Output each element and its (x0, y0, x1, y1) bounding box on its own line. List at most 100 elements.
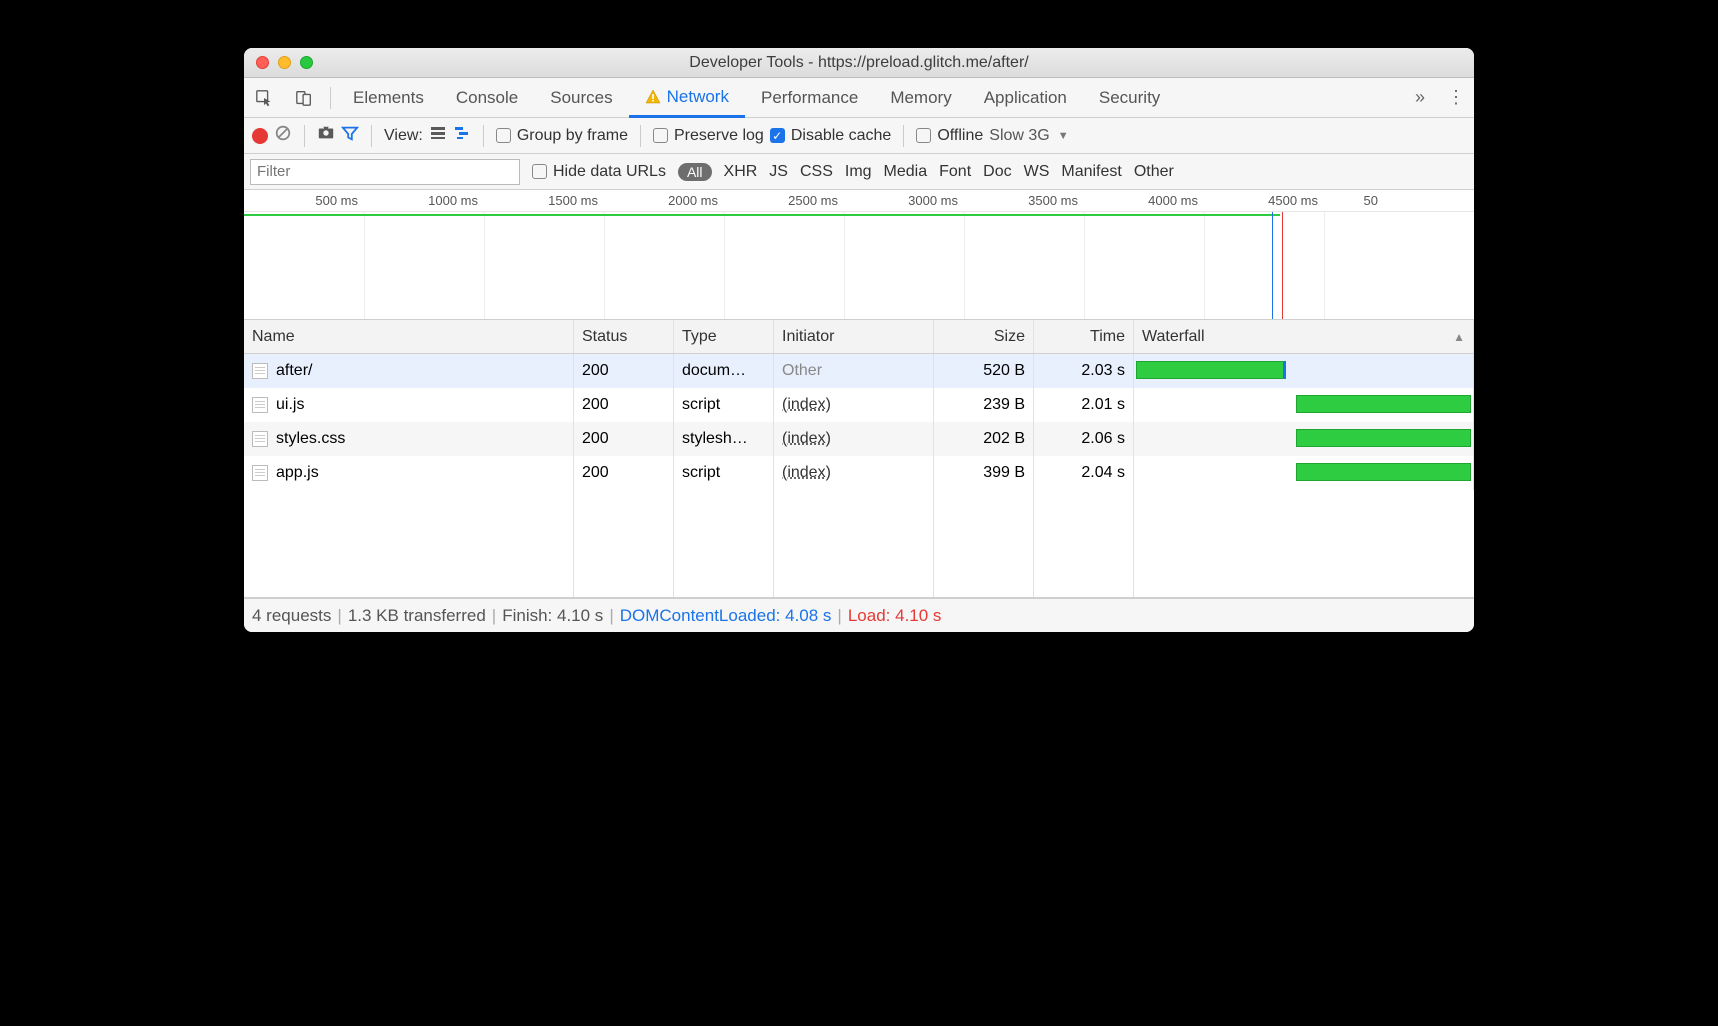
status-transferred: 1.3 KB transferred (348, 606, 486, 626)
table-empty-area (244, 490, 1474, 597)
request-name: app.js (276, 464, 319, 482)
col-initiator[interactable]: Initiator (774, 320, 934, 353)
request-name: after/ (276, 362, 312, 380)
filter-all-button[interactable]: All (678, 163, 712, 181)
filter-ws[interactable]: WS (1024, 163, 1050, 181)
request-size: 520 B (934, 354, 1034, 388)
device-toolbar-icon[interactable] (284, 78, 324, 117)
filter-input[interactable] (250, 159, 520, 185)
capture-screenshots-icon[interactable] (317, 124, 335, 147)
tab-network-label: Network (667, 87, 729, 107)
waterfall-view-icon[interactable] (453, 124, 471, 147)
request-initiator[interactable]: Other (782, 362, 822, 380)
large-rows-icon[interactable] (429, 124, 447, 147)
tab-network[interactable]: Network (629, 78, 745, 118)
status-domcontentloaded: DOMContentLoaded: 4.08 s (620, 606, 832, 626)
checkbox-checked-icon (770, 128, 785, 143)
col-time[interactable]: Time (1034, 320, 1134, 353)
table-row[interactable]: app.js 200script (index) 399 B2.04 s (244, 456, 1474, 490)
checkbox-icon (653, 128, 668, 143)
filter-xhr[interactable]: XHR (724, 163, 758, 181)
request-initiator[interactable]: (index) (782, 396, 831, 414)
window-title: Developer Tools - https://preload.glitch… (244, 54, 1474, 72)
status-bar: 4 requests | 1.3 KB transferred | Finish… (244, 598, 1474, 632)
table-row[interactable]: after/200docum…Other520 B2.03 s (244, 354, 1474, 388)
tab-application[interactable]: Application (968, 78, 1083, 117)
tab-security[interactable]: Security (1083, 78, 1176, 117)
view-label: View: (384, 127, 423, 145)
checkbox-icon (496, 128, 511, 143)
tab-overflow-button[interactable]: » (1402, 87, 1438, 108)
tab-sources[interactable]: Sources (534, 78, 628, 117)
devtools-window: Developer Tools - https://preload.glitch… (244, 48, 1474, 632)
disable-cache-checkbox[interactable]: Disable cache (770, 127, 892, 145)
request-time: 2.01 s (1034, 388, 1134, 422)
request-waterfall (1134, 456, 1474, 490)
tab-elements[interactable]: Elements (337, 78, 440, 117)
record-button[interactable] (252, 128, 268, 144)
file-icon (252, 431, 268, 447)
request-status: 200 (574, 456, 674, 490)
file-icon (252, 465, 268, 481)
col-status[interactable]: Status (574, 320, 674, 353)
throttling-select[interactable]: Slow 3G ▼ (989, 127, 1068, 145)
preserve-log-checkbox[interactable]: Preserve log (653, 127, 764, 145)
checkbox-icon (916, 128, 931, 143)
filter-row: Hide data URLs All XHR JS CSS Img Media … (244, 154, 1474, 190)
filter-doc[interactable]: Doc (983, 163, 1011, 181)
clear-button[interactable] (274, 124, 292, 147)
tab-console[interactable]: Console (440, 78, 534, 117)
col-waterfall[interactable]: Waterfall ▲ (1134, 320, 1474, 353)
request-type: script (674, 456, 774, 490)
offline-checkbox[interactable]: Offline (916, 127, 983, 145)
network-table: Name Status Type Initiator Size Time Wat… (244, 320, 1474, 598)
settings-menu-button[interactable]: ⋮ (1438, 87, 1474, 108)
col-size[interactable]: Size (934, 320, 1034, 353)
titlebar: Developer Tools - https://preload.glitch… (244, 48, 1474, 78)
request-type: script (674, 388, 774, 422)
filter-font[interactable]: Font (939, 163, 971, 181)
request-waterfall (1134, 354, 1474, 388)
tabs: Elements Console Sources Network Perform… (337, 78, 1176, 117)
filter-css[interactable]: CSS (800, 163, 833, 181)
tab-performance[interactable]: Performance (745, 78, 874, 117)
table-header: Name Status Type Initiator Size Time Wat… (244, 320, 1474, 354)
request-time: 2.04 s (1034, 456, 1134, 490)
table-row[interactable]: ui.js200script(index)239 B2.01 s (244, 388, 1474, 422)
request-status: 200 (574, 388, 674, 422)
request-status: 200 (574, 422, 674, 456)
filter-other[interactable]: Other (1134, 163, 1174, 181)
table-row[interactable]: styles.css200stylesh…(index)202 B2.06 s (244, 422, 1474, 456)
inspect-element-icon[interactable] (244, 78, 284, 117)
warning-icon (645, 89, 661, 105)
request-size: 239 B (934, 388, 1034, 422)
request-initiator[interactable]: (index) (782, 464, 831, 482)
filter-js[interactable]: JS (769, 163, 788, 181)
filter-manifest[interactable]: Manifest (1061, 163, 1121, 181)
sort-asc-icon: ▲ (1453, 330, 1465, 344)
hide-data-urls-checkbox[interactable]: Hide data URLs (532, 163, 666, 181)
filter-media[interactable]: Media (884, 163, 928, 181)
domcontentloaded-marker (1272, 212, 1273, 319)
request-name: styles.css (276, 430, 345, 448)
request-size: 399 B (934, 456, 1034, 490)
file-icon (252, 363, 268, 379)
request-status: 200 (574, 354, 674, 388)
tab-memory[interactable]: Memory (874, 78, 967, 117)
request-type: stylesh… (674, 422, 774, 456)
timeline-overview[interactable]: 500 ms 1000 ms 1500 ms 2000 ms 2500 ms 3… (244, 190, 1474, 320)
file-icon (252, 397, 268, 413)
network-toolbar: View: Group by frame Preserve log Disabl… (244, 118, 1474, 154)
checkbox-icon (532, 164, 547, 179)
load-marker (1282, 212, 1283, 319)
request-waterfall (1134, 422, 1474, 456)
chevron-down-icon: ▼ (1058, 130, 1069, 142)
request-type: docum… (674, 354, 774, 388)
filter-img[interactable]: Img (845, 163, 872, 181)
col-type[interactable]: Type (674, 320, 774, 353)
filter-icon[interactable] (341, 124, 359, 147)
group-by-frame-checkbox[interactable]: Group by frame (496, 127, 628, 145)
status-finish: Finish: 4.10 s (502, 606, 603, 626)
col-name[interactable]: Name (244, 320, 574, 353)
request-initiator[interactable]: (index) (782, 430, 831, 448)
